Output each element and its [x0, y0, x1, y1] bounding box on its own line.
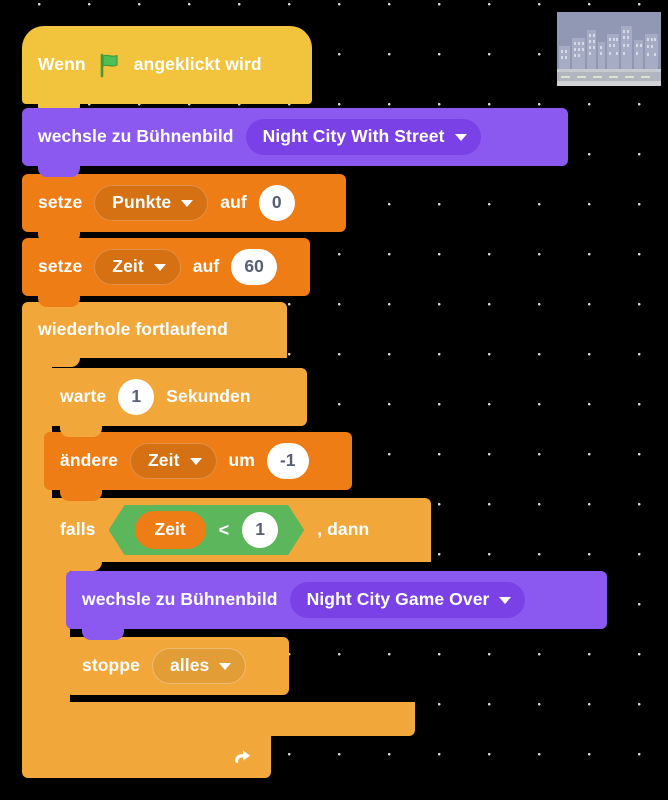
backdrop-dropdown-1[interactable]: Night City With Street [245, 119, 481, 155]
stage-backdrop-thumbnail [557, 12, 661, 86]
chevron-down-icon [189, 457, 202, 465]
set-value-points: 0 [271, 192, 282, 213]
change-middle-label: um [228, 450, 255, 471]
forever-block[interactable]: wiederhole fortlaufend [22, 302, 287, 358]
change-variable-time-block[interactable]: ändere Zeit um -1 [44, 432, 352, 501]
operator-left-variable[interactable]: Zeit [135, 511, 206, 549]
variable-dropdown-value-time: Zeit [112, 256, 144, 277]
hat-label-after: angeklickt wird [133, 54, 262, 75]
set-variable-points-block[interactable]: setze Punkte auf 0 [22, 174, 346, 243]
operator-right-input[interactable]: 1 [242, 512, 278, 548]
switch-backdrop-label-2: wechsle zu Bühnenbild [82, 589, 278, 610]
set-middle-label-time: auf [192, 256, 220, 277]
chevron-down-icon [454, 133, 467, 141]
change-value-input[interactable]: -1 [266, 443, 309, 479]
variable-dropdown-points[interactable]: Punkte [94, 185, 209, 221]
if-inner-notch [60, 560, 102, 571]
loop-arrow-icon [235, 750, 250, 764]
if-then-block[interactable]: falls Zeit < 1 , dann [44, 498, 431, 562]
wait-value-input[interactable]: 1 [118, 379, 155, 415]
set-value-time: 60 [244, 256, 264, 277]
night-city-backdrop-image [557, 12, 661, 86]
green-flag-icon [100, 53, 118, 78]
stop-all-block[interactable]: stoppe alles [66, 637, 289, 695]
operator-left-variable-label: Zeit [154, 519, 186, 540]
variable-dropdown-value-points: Punkte [112, 192, 172, 213]
wait-seconds-block[interactable]: warte 1 Sekunden [44, 368, 307, 437]
stop-dropdown[interactable]: alles [151, 648, 247, 684]
chevron-down-icon [153, 263, 166, 271]
chevron-down-icon [499, 596, 512, 604]
operator-right-value: 1 [255, 519, 266, 540]
variable-dropdown-time[interactable]: Zeit [94, 249, 181, 285]
switch-backdrop-block-2[interactable]: wechsle zu Bühnenbild Night City Game Ov… [66, 571, 607, 640]
change-variable-value: Zeit [148, 450, 180, 471]
forever-label: wiederhole fortlaufend [38, 319, 228, 340]
wait-unit-label: Sekunden [166, 386, 251, 407]
backdrop-dropdown-value-2: Night City Game Over [306, 589, 490, 610]
set-value-input-time[interactable]: 60 [231, 249, 277, 285]
set-variable-time-block[interactable]: setze Zeit auf 60 [22, 238, 310, 307]
switch-backdrop-label-1: wechsle zu Bühnenbild [38, 126, 234, 147]
wait-label: warte [60, 386, 107, 407]
change-value: -1 [279, 450, 296, 471]
chevron-down-icon [219, 662, 232, 670]
if-label: falls [60, 519, 96, 540]
forever-inner-notch [38, 356, 80, 367]
stop-dropdown-value: alles [169, 655, 210, 676]
operator-symbol: < [218, 520, 230, 540]
change-label: ändere [60, 450, 118, 471]
switch-backdrop-block-1[interactable]: wechsle zu Bühnenbild Night City With St… [22, 108, 568, 177]
if-block-bottom [44, 702, 415, 736]
set-value-input-points[interactable]: 0 [258, 185, 295, 221]
blocks-workspace[interactable]: Wenn angeklickt wird wechsle zu Bühnenbi… [0, 0, 668, 800]
less-than-operator-block[interactable]: Zeit < 1 [109, 505, 305, 555]
stop-label: stoppe [82, 655, 140, 676]
set-middle-label-points: auf [220, 192, 247, 213]
hat-label-before: Wenn [38, 54, 86, 75]
backdrop-dropdown-2[interactable]: Night City Game Over [289, 582, 526, 618]
backdrop-dropdown-value-1: Night City With Street [262, 126, 445, 147]
if-label-end: , dann [317, 519, 370, 540]
chevron-down-icon [181, 199, 194, 207]
forever-block-bottom[interactable] [22, 734, 271, 778]
set-label-points: setze [38, 192, 83, 213]
change-variable-dropdown[interactable]: Zeit [130, 443, 217, 479]
set-label-time: setze [38, 256, 83, 277]
wait-value: 1 [131, 386, 142, 407]
when-green-flag-clicked-block[interactable]: Wenn angeklickt wird [22, 26, 312, 115]
